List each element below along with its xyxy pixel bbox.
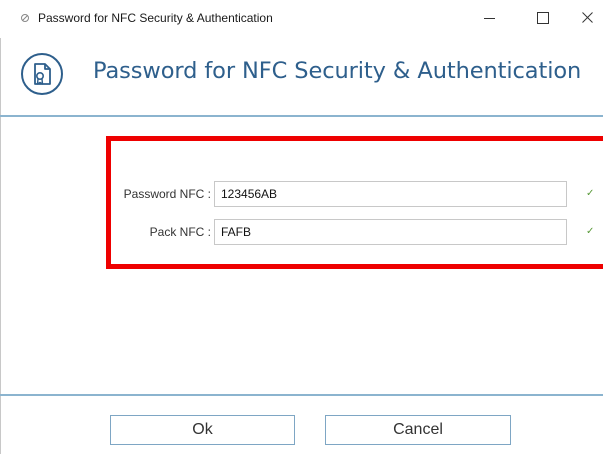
maximize-icon [537,11,549,24]
close-button[interactable] [564,0,603,34]
close-icon [581,11,593,23]
footer-separator [0,394,603,396]
document-badge-icon [20,52,64,96]
minimize-button[interactable] [466,0,512,34]
password-valid-icon: ✓ [586,188,595,199]
header-separator [0,115,603,117]
ok-button[interactable]: Ok [110,415,295,445]
pack-label: Pack NFC : [149,225,211,239]
window-edge [0,0,1,454]
window-title: Password for NFC Security & Authenticati… [38,11,273,25]
app-icon [20,13,30,23]
password-label: Password NFC : [123,187,211,201]
cancel-button[interactable]: Cancel [325,415,511,445]
pack-valid-icon: ✓ [586,226,595,237]
title-bar[interactable]: Password for NFC Security & Authenticati… [0,0,603,38]
page-title: Password for NFC Security & Authenticati… [93,58,582,84]
maximize-button[interactable] [520,0,566,34]
minimize-icon [483,17,495,19]
password-nfc-input[interactable] [214,181,567,207]
pack-nfc-input[interactable] [214,219,567,245]
